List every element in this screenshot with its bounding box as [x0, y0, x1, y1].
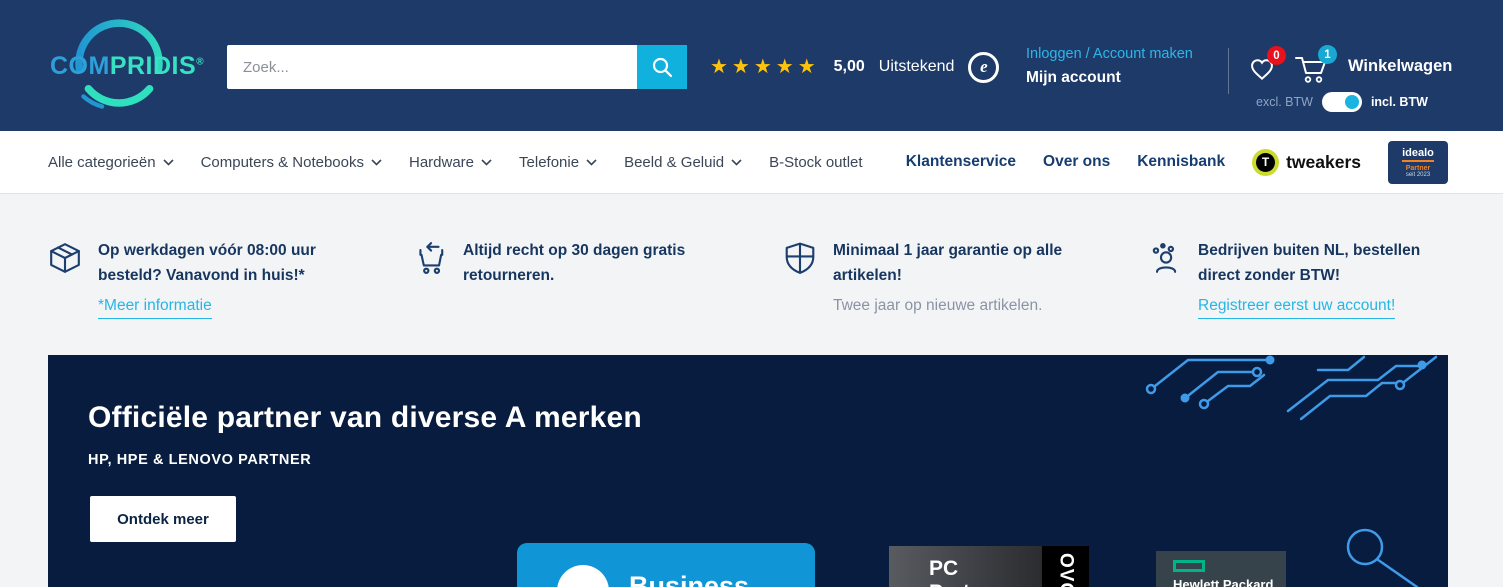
- nav-item-label: Alle categorieën: [48, 154, 156, 171]
- shield-icon: [783, 241, 817, 275]
- rating-score: 5,00: [834, 58, 865, 76]
- business-user-icon: [1148, 241, 1182, 275]
- usp-item-delivery: Op werkdagen vóór 08:00 uur besteld? Van…: [48, 238, 352, 319]
- tweakers-icon: T: [1252, 149, 1279, 176]
- wishlist-count-badge: 0: [1267, 46, 1286, 65]
- main-navbar: Alle categorieën Computers & Notebooks H…: [0, 131, 1503, 194]
- hpe-logo-icon: [1173, 560, 1205, 572]
- wishlist-button[interactable]: 0: [1247, 55, 1277, 83]
- nav-item-beeld-geluid[interactable]: Beeld & Geluid: [624, 154, 742, 171]
- idealo-partner-label: Partner: [1406, 165, 1431, 172]
- chevron-down-icon: [731, 159, 742, 166]
- nav-item-label: Hardware: [409, 154, 474, 171]
- discover-more-button[interactable]: Ontdek meer: [90, 496, 236, 542]
- hpe-partner-card: Hewlett Packard: [1156, 551, 1286, 587]
- vat-toggle[interactable]: [1322, 92, 1362, 112]
- site-header: COMPRIDIS® ★★★★★ 5,00 Uitstekend e Inlog…: [0, 0, 1503, 131]
- category-menu: Alle categorieën Computers & Notebooks H…: [48, 131, 863, 193]
- lenovo-vertical-text: OVO: [1055, 553, 1077, 587]
- nav-item-hardware[interactable]: Hardware: [409, 154, 492, 171]
- my-account-link[interactable]: Mijn account: [1026, 69, 1193, 87]
- chevron-down-icon: [586, 159, 597, 166]
- tweakers-logo[interactable]: T tweakers: [1252, 149, 1361, 176]
- nav-item-label: Beeld & Geluid: [624, 154, 724, 171]
- cart-button[interactable]: 1: [1294, 54, 1328, 84]
- nav-item-label: B-Stock outlet: [769, 154, 862, 171]
- registered-mark: ®: [196, 57, 204, 68]
- usp-note: Twee jaar op nieuwe artikelen.: [833, 293, 1087, 318]
- idealo-partner-badge[interactable]: idealo Partner seit 2023: [1388, 141, 1448, 184]
- search-bar: [227, 45, 687, 89]
- nav-link-over-ons[interactable]: Over ons: [1043, 153, 1110, 171]
- compridis-logo[interactable]: COMPRIDIS®: [50, 16, 188, 115]
- vat-incl-label: incl. BTW: [1371, 95, 1428, 109]
- usp-register-link[interactable]: Registreer eerst uw account!: [1198, 293, 1395, 319]
- circuit-decoration-icon: [1138, 355, 1448, 445]
- tweakers-wordmark: tweakers: [1286, 152, 1361, 173]
- search-input[interactable]: [227, 45, 637, 89]
- nav-item-alle-categorieen[interactable]: Alle categorieën: [48, 154, 174, 171]
- star-rating-icon: ★★★★★: [710, 57, 820, 77]
- search-icon: [650, 55, 674, 79]
- hero-title: Officiële partner van diverse A merken: [88, 401, 642, 435]
- return-cart-icon: [413, 241, 447, 275]
- usp-item-returns: Altijd recht op 30 dagen gratis retourne…: [413, 238, 717, 288]
- usp-item-business: Bedrijven buiten NL, bestellen direct zo…: [1148, 238, 1452, 319]
- chevron-down-icon: [371, 159, 382, 166]
- lenovo-card-body: PC Partner: [889, 546, 1042, 587]
- magnifier-decoration-icon: [1339, 525, 1434, 587]
- chevron-down-icon: [163, 159, 174, 166]
- lenovo-partner-card: PC Partner OVO: [889, 546, 1089, 587]
- nav-link-klantenservice[interactable]: Klantenservice: [906, 153, 1016, 171]
- usp-more-info-link[interactable]: *Meer informatie: [98, 293, 212, 319]
- hero-banner: Officiële partner van diverse A merken H…: [48, 355, 1448, 587]
- nav-item-label: Telefonie: [519, 154, 579, 171]
- lenovo-card-line1: PC: [929, 557, 958, 581]
- lenovo-card-line2: Partner: [929, 581, 1003, 587]
- vat-excl-label: excl. BTW: [1256, 95, 1313, 109]
- rating-label: Uitstekend: [879, 58, 955, 76]
- account-links: Inloggen / Account maken Mijn account: [1026, 46, 1193, 87]
- logo-wordmark: COMPRIDIS®: [50, 52, 188, 81]
- nav-item-computers-notebooks[interactable]: Computers & Notebooks: [201, 154, 382, 171]
- search-button[interactable]: [637, 45, 687, 89]
- vat-toggle-knob: [1345, 95, 1359, 109]
- header-divider: [1228, 48, 1229, 94]
- login-link[interactable]: Inloggen / Account maken: [1026, 46, 1193, 62]
- package-icon: [48, 241, 82, 275]
- secondary-nav: Klantenservice Over ons Kennisbank T twe…: [906, 131, 1448, 193]
- usp-text: Op werkdagen vóór 08:00 uur besteld? Van…: [98, 238, 352, 288]
- usp-text: Minimaal 1 jaar garantie op alle artikel…: [833, 238, 1087, 288]
- idealo-wordmark: idealo: [1402, 147, 1434, 162]
- lenovo-logo-strip: OVO: [1042, 546, 1089, 587]
- usp-text: Bedrijven buiten NL, bestellen direct zo…: [1198, 238, 1452, 288]
- hp-card-text: Business: [629, 571, 749, 587]
- hp-partner-card: Business: [517, 543, 815, 587]
- hp-logo-icon: [557, 565, 609, 587]
- trusted-shops-icon: e: [968, 52, 999, 83]
- nav-item-telefonie[interactable]: Telefonie: [519, 154, 597, 171]
- nav-link-kennisbank[interactable]: Kennisbank: [1137, 153, 1225, 171]
- idealo-since-label: seit 2023: [1406, 172, 1430, 178]
- chevron-down-icon: [481, 159, 492, 166]
- shop-rating-widget[interactable]: ★★★★★ 5,00 Uitstekend e: [710, 45, 999, 89]
- hpe-card-text: Hewlett Packard: [1173, 577, 1273, 587]
- usp-bar: Op werkdagen vóór 08:00 uur besteld? Van…: [0, 194, 1503, 355]
- nav-item-label: Computers & Notebooks: [201, 154, 364, 171]
- vat-switch-row: excl. BTW incl. BTW: [1256, 92, 1428, 112]
- usp-text: Altijd recht op 30 dagen gratis retourne…: [463, 238, 717, 288]
- nav-item-bstock-outlet[interactable]: B-Stock outlet: [769, 154, 862, 171]
- hero-subtitle: HP, HPE & LENOVO PARTNER: [88, 452, 311, 468]
- tweakers-icon-letter: T: [1256, 153, 1275, 172]
- cart-label[interactable]: Winkelwagen: [1348, 57, 1452, 76]
- cart-count-badge: 1: [1318, 45, 1337, 64]
- usp-item-warranty: Minimaal 1 jaar garantie op alle artikel…: [783, 238, 1087, 318]
